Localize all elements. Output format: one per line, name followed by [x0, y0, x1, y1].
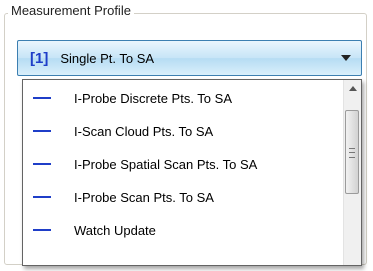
dash-icon: [33, 229, 51, 231]
selected-profile: Single Pt. To SA: [60, 50, 155, 66]
list-item[interactable]: Watch Update: [23, 215, 344, 245]
list-item[interactable]: I-Probe Scan Pts. To SA: [23, 182, 344, 212]
list-item-label: I-Probe Scan Pts. To SA: [74, 189, 214, 205]
group-title: Measurement Profile: [8, 3, 134, 18]
dash-icon: [33, 130, 51, 132]
scroll-up-arrow-icon[interactable]: [344, 80, 361, 97]
dash-icon: [33, 163, 51, 165]
selected-index: [1]: [30, 49, 49, 67]
list-item-label: I-Scan Cloud Pts. To SA: [74, 123, 214, 139]
list-item[interactable]: I-Scan Cloud Pts. To SA: [23, 116, 344, 146]
grip-icon: [349, 148, 355, 158]
chevron-down-icon[interactable]: [341, 55, 351, 61]
list-item[interactable]: I-Probe Spatial Scan Pts. To SA: [23, 149, 344, 179]
scrollbar-thumb[interactable]: [345, 110, 359, 194]
list-item[interactable]: I-Probe Discrete Pts. To SA: [23, 83, 344, 113]
dropdown-items: I-Probe Discrete Pts. To SA I-Scan Cloud…: [23, 80, 344, 245]
dash-icon: [33, 97, 51, 99]
list-item-label: Watch Update: [74, 222, 156, 238]
list-item-label: I-Probe Discrete Pts. To SA: [74, 90, 232, 106]
list-item-label: I-Probe Spatial Scan Pts. To SA: [74, 156, 258, 172]
profile-dropdown-list: I-Probe Discrete Pts. To SA I-Scan Cloud…: [22, 79, 362, 266]
measurement-profile-combobox[interactable]: [1] Single Pt. To SA: [17, 40, 362, 76]
vertical-scrollbar[interactable]: [343, 80, 361, 265]
dash-icon: [33, 196, 51, 198]
